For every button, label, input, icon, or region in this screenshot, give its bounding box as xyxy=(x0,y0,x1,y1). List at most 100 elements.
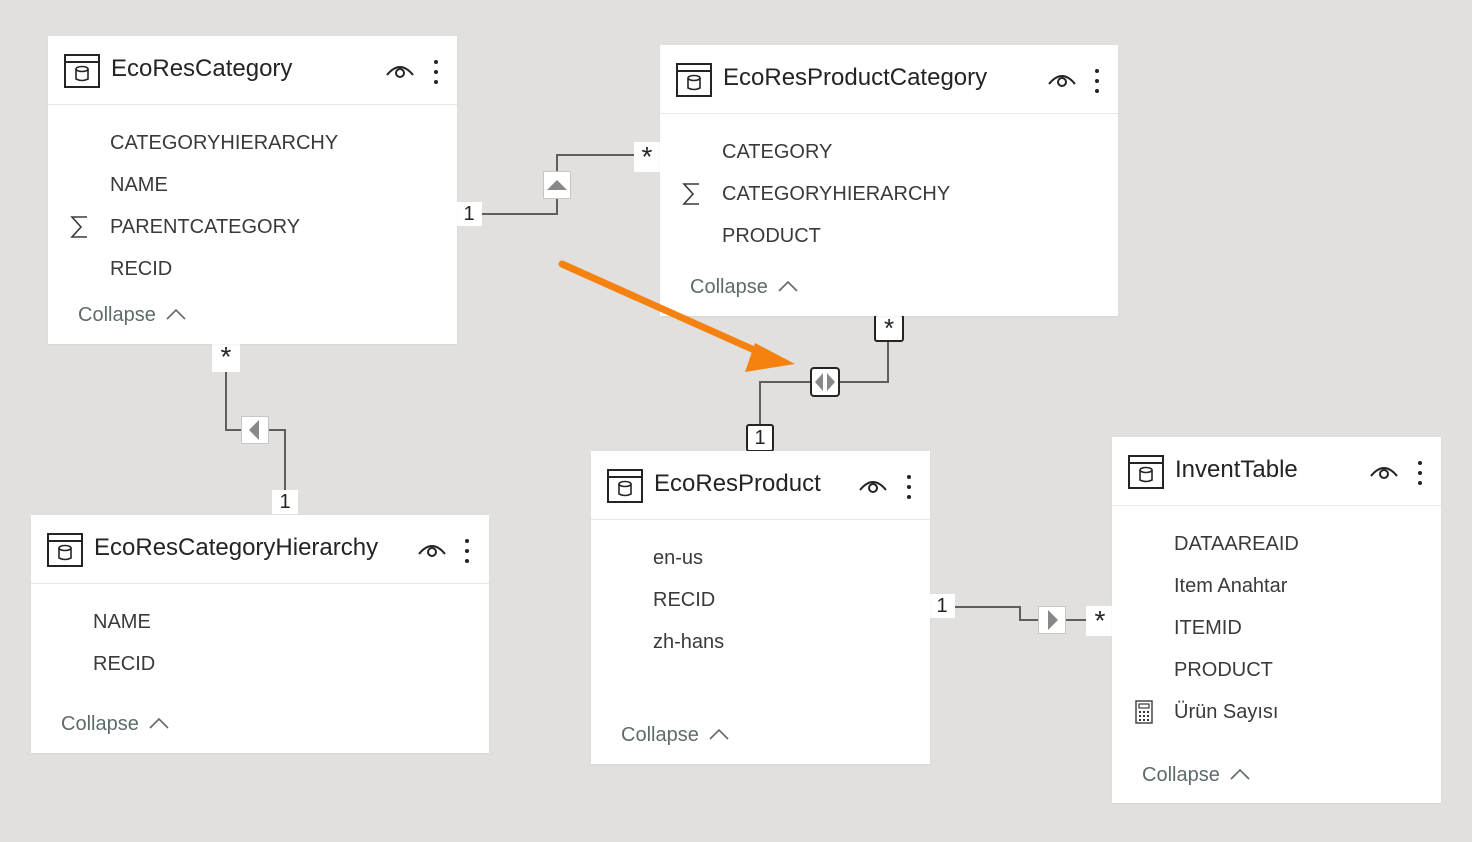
field-list: en-us RECID zh-hans xyxy=(591,537,930,663)
cardinality-many-inventtable: * xyxy=(1086,606,1114,636)
table-card-ecoresproduct[interactable]: EcoResProduct en-us RECID zh-hans Collap… xyxy=(591,451,930,764)
table-header[interactable]: InventTable xyxy=(1112,437,1441,506)
filter-direction-right[interactable] xyxy=(1038,606,1066,634)
field-name: ITEMID xyxy=(1174,617,1242,639)
chevron-up-icon xyxy=(709,728,729,740)
field-name: PRODUCT xyxy=(1174,659,1273,681)
collapse-label: Collapse xyxy=(1142,764,1220,786)
field-name: Item Anahtar xyxy=(1174,575,1288,597)
field-name: RECID xyxy=(110,258,173,280)
more-options-icon[interactable] xyxy=(1415,459,1425,487)
field-name: Ürün Sayısı xyxy=(1174,701,1279,723)
field-name: PRODUCT xyxy=(722,225,821,247)
table-card-ecoresproductcategory[interactable]: EcoResProductCategory CATEGORY CATEGORYH… xyxy=(660,45,1118,316)
field-list: NAME RECID xyxy=(31,601,489,685)
field-name: CATEGORYHIERARCHY xyxy=(722,183,951,205)
eye-icon[interactable] xyxy=(859,476,887,496)
field-name: NAME xyxy=(93,611,151,633)
field-item[interactable]: PRODUCT xyxy=(660,215,1118,257)
eye-icon[interactable] xyxy=(1048,70,1076,90)
field-name: NAME xyxy=(110,174,168,196)
cardinality-many-category: * xyxy=(212,342,240,372)
triangle-left-icon xyxy=(249,420,259,440)
table-header[interactable]: EcoResProductCategory xyxy=(660,45,1118,114)
eye-icon[interactable] xyxy=(1370,462,1398,482)
field-item[interactable]: NAME xyxy=(48,164,457,206)
field-name: RECID xyxy=(93,653,156,675)
table-icon xyxy=(64,54,100,88)
field-item[interactable]: DATAAREAID xyxy=(1112,523,1441,565)
field-name: CATEGORYHIERARCHY xyxy=(110,132,339,154)
field-list: CATEGORYHIERARCHY NAME PARENTCATEGORY RE… xyxy=(48,122,457,290)
field-list: DATAAREAID Item Anahtar ITEMID PRODUCT Ü… xyxy=(1112,523,1441,733)
more-options-icon[interactable] xyxy=(431,58,441,86)
cardinality-one-category: 1 xyxy=(456,202,482,226)
cardinality-one-hierarchy: 1 xyxy=(272,490,298,514)
collapse-button[interactable]: Collapse xyxy=(621,724,730,747)
table-icon xyxy=(1128,455,1164,489)
table-title: InventTable xyxy=(1175,456,1298,483)
more-options-icon[interactable] xyxy=(904,473,914,501)
field-item[interactable]: PRODUCT xyxy=(1112,649,1441,691)
collapse-button[interactable]: Collapse xyxy=(78,304,187,327)
collapse-label: Collapse xyxy=(78,304,156,326)
relationship-line-product-inventtable xyxy=(955,606,1088,621)
chevron-up-icon xyxy=(778,280,798,292)
field-item[interactable]: NAME xyxy=(31,601,489,643)
cardinality-many-productcategory: * xyxy=(634,142,660,172)
field-item[interactable]: CATEGORY xyxy=(660,131,1118,173)
field-name: RECID xyxy=(653,589,716,611)
field-item[interactable]: RECID xyxy=(48,248,457,290)
cardinality-one-product: 1 xyxy=(746,424,774,452)
chevron-up-icon xyxy=(1230,768,1250,780)
more-options-icon[interactable] xyxy=(1092,67,1102,95)
field-item[interactable]: ITEMID xyxy=(1112,607,1441,649)
field-item[interactable]: Ürün Sayısı xyxy=(1112,691,1441,733)
field-list: CATEGORY CATEGORYHIERARCHY PRODUCT xyxy=(660,131,1118,257)
collapse-label: Collapse xyxy=(61,713,139,735)
filter-direction-both[interactable] xyxy=(810,367,840,397)
field-name: en-us xyxy=(653,547,704,569)
filter-direction-left[interactable] xyxy=(241,416,269,444)
table-title: EcoResCategory xyxy=(111,55,293,82)
table-title: EcoResProductCategory xyxy=(723,64,988,91)
cardinality-many-productcategory-bottom: * xyxy=(874,314,904,342)
chevron-up-icon xyxy=(149,717,169,729)
field-item[interactable]: PARENTCATEGORY xyxy=(48,206,457,248)
cardinality-one-product-right: 1 xyxy=(929,594,955,618)
table-icon xyxy=(607,469,643,503)
table-card-inventtable[interactable]: InventTable DATAAREAID Item Anahtar ITEM… xyxy=(1112,437,1441,803)
field-item[interactable]: RECID xyxy=(31,643,489,685)
sigma-icon xyxy=(70,216,87,238)
eye-icon[interactable] xyxy=(418,540,446,560)
field-name: DATAAREAID xyxy=(1174,533,1299,555)
field-item[interactable]: RECID xyxy=(591,579,930,621)
model-canvas[interactable]: 1 * * 1 1 * 1 * EcoResCategory CATEGORYH… xyxy=(0,0,1472,842)
field-item[interactable]: zh-hans xyxy=(591,621,930,663)
field-item[interactable]: Item Anahtar xyxy=(1112,565,1441,607)
table-title: EcoResCategoryHierarchy xyxy=(94,534,379,561)
table-header[interactable]: EcoResCategory xyxy=(48,36,457,105)
calculator-icon xyxy=(1135,700,1153,724)
eye-icon[interactable] xyxy=(386,61,414,81)
field-item[interactable]: CATEGORYHIERARCHY xyxy=(48,122,457,164)
table-icon xyxy=(47,533,83,567)
table-header[interactable]: EcoResProduct xyxy=(591,451,930,520)
collapse-button[interactable]: Collapse xyxy=(1142,764,1251,787)
table-card-ecorescategoryhierarchy[interactable]: EcoResCategoryHierarchy NAME RECID Colla… xyxy=(31,515,489,753)
table-icon xyxy=(676,63,712,97)
bidirectional-icon xyxy=(815,373,835,391)
table-title: EcoResProduct xyxy=(654,470,821,497)
collapse-label: Collapse xyxy=(621,724,699,746)
table-header[interactable]: EcoResCategoryHierarchy xyxy=(31,515,489,584)
field-item[interactable]: CATEGORYHIERARCHY xyxy=(660,173,1118,215)
field-name: zh-hans xyxy=(653,631,725,653)
collapse-button[interactable]: Collapse xyxy=(690,276,799,299)
more-options-icon[interactable] xyxy=(462,537,472,565)
triangle-up-icon xyxy=(547,180,567,190)
field-item[interactable]: en-us xyxy=(591,537,930,579)
filter-direction-up[interactable] xyxy=(543,171,571,199)
triangle-right-icon xyxy=(1048,610,1058,630)
collapse-button[interactable]: Collapse xyxy=(61,713,170,736)
table-card-ecorescategory[interactable]: EcoResCategory CATEGORYHIERARCHY NAME PA… xyxy=(48,36,457,344)
